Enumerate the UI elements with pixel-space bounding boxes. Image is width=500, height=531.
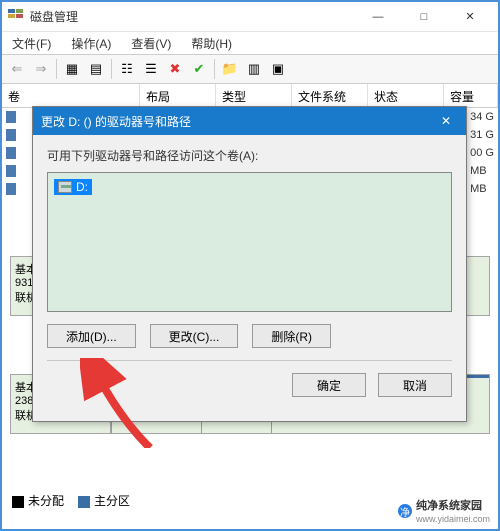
dialog-title: 更改 D: () 的驱动器号和路径	[41, 113, 426, 130]
grid-icon[interactable]: ▦	[61, 58, 83, 80]
unalloc-swatch	[12, 496, 24, 508]
back-icon[interactable]: ⇐	[6, 58, 28, 80]
change-button[interactable]: 更改(C)...	[150, 324, 239, 348]
dialog-close-button[interactable]: ✕	[426, 107, 466, 135]
maximize-button[interactable]: □	[402, 3, 446, 31]
main-titlebar: 磁盘管理 — □ ✕	[2, 2, 498, 32]
drive-icon	[58, 181, 72, 193]
menu-action[interactable]: 操作(A)	[67, 33, 115, 54]
forward-icon[interactable]: ⇒	[30, 58, 52, 80]
menu-file[interactable]: 文件(F)	[8, 33, 55, 54]
check-icon[interactable]: ✔	[188, 58, 210, 80]
app-icon	[8, 9, 24, 25]
close-button[interactable]: ✕	[448, 3, 492, 31]
drive-path-listbox[interactable]: D:	[47, 172, 452, 312]
column-headers: 卷 布局 类型 文件系统 状态 容量	[2, 84, 498, 108]
window-title: 磁盘管理	[30, 8, 356, 25]
capacity-values: 34 G 31 G 00 G MB MB	[470, 108, 494, 198]
cancel-button[interactable]: 取消	[378, 373, 452, 397]
add-button[interactable]: 添加(D)...	[47, 324, 136, 348]
toolbar: ⇐ ⇒ ▦ ▤ ☷ ☰ ✖ ✔ 📁 ▥ ▣	[2, 54, 498, 84]
watermark: 净 纯净系统家园 www.yidaimei.com	[398, 497, 490, 525]
col-type[interactable]: 类型	[216, 84, 292, 107]
list-icon[interactable]: ▥	[243, 58, 265, 80]
col-capacity[interactable]: 容量	[444, 84, 498, 107]
props-icon[interactable]: ▣	[267, 58, 289, 80]
col-status[interactable]: 状态	[368, 84, 444, 107]
col-layout[interactable]: 布局	[140, 84, 216, 107]
watermark-icon: 净	[398, 504, 412, 518]
grid2-icon[interactable]: ▤	[85, 58, 107, 80]
remove-button[interactable]: 删除(R)	[252, 324, 331, 348]
ok-button[interactable]: 确定	[292, 373, 366, 397]
manage-icon[interactable]: ☷	[116, 58, 138, 80]
dialog-instruction: 可用下列驱动器号和路径访问这个卷(A):	[47, 147, 452, 164]
folder-icon[interactable]: 📁	[219, 58, 241, 80]
col-volume[interactable]: 卷	[2, 84, 140, 107]
refresh-icon[interactable]: ☰	[140, 58, 162, 80]
primary-swatch	[78, 496, 90, 508]
menu-bar: 文件(F) 操作(A) 查看(V) 帮助(H)	[2, 32, 498, 54]
col-fs[interactable]: 文件系统	[292, 84, 368, 107]
minimize-button[interactable]: —	[356, 3, 400, 31]
legend: 未分配 主分区	[12, 492, 130, 509]
change-drive-letter-dialog: 更改 D: () 的驱动器号和路径 ✕ 可用下列驱动器号和路径访问这个卷(A):…	[32, 106, 467, 422]
menu-view[interactable]: 查看(V)	[127, 33, 175, 54]
delete-icon[interactable]: ✖	[164, 58, 186, 80]
drive-item-selected[interactable]: D:	[54, 179, 92, 195]
dialog-titlebar[interactable]: 更改 D: () 的驱动器号和路径 ✕	[33, 107, 466, 135]
menu-help[interactable]: 帮助(H)	[187, 33, 236, 54]
